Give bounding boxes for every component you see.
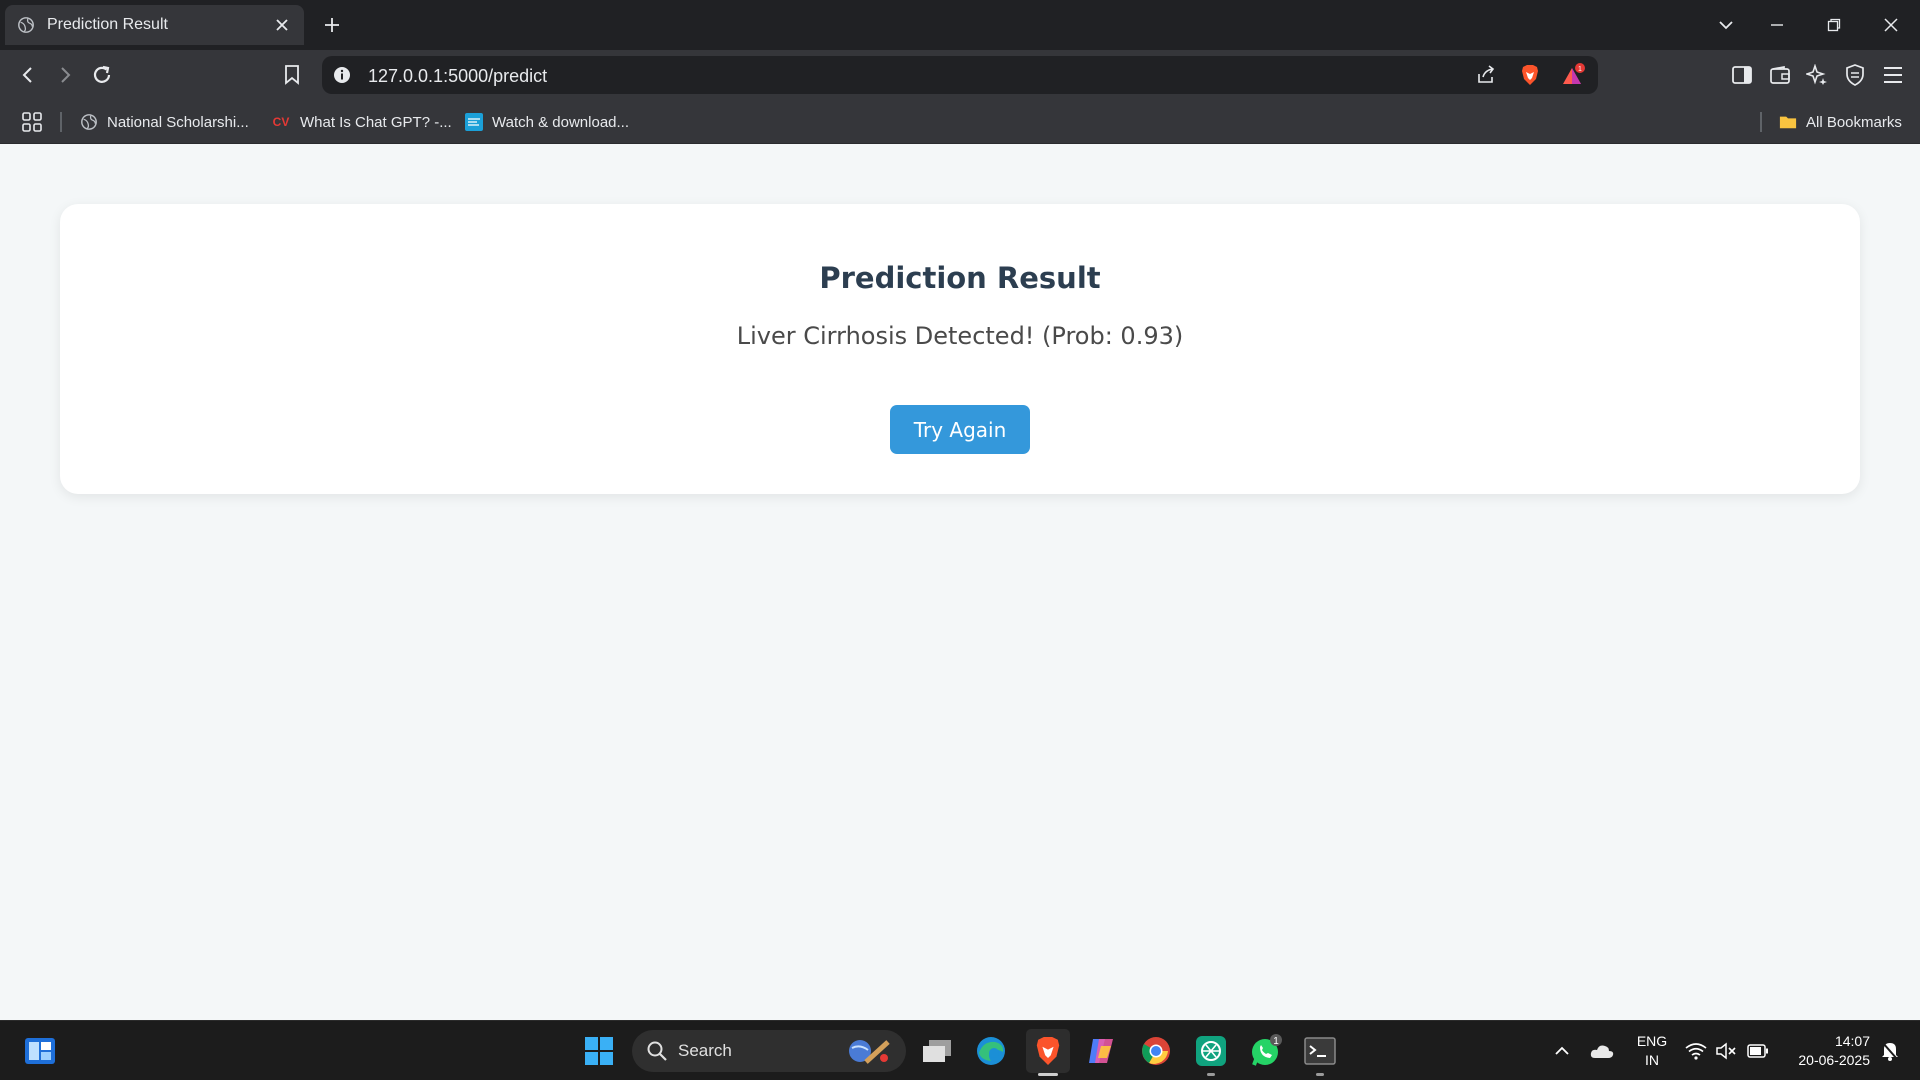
active-app-indicator	[1038, 1073, 1058, 1076]
site-info-icon[interactable]	[332, 65, 352, 85]
bookmark-watch-and-download[interactable]: Watch & download...	[465, 110, 629, 134]
show-hidden-icons-chevron-icon[interactable]	[1545, 1032, 1579, 1070]
minimize-icon[interactable]	[1765, 13, 1789, 37]
brave-browser-taskbar-icon[interactable]	[1026, 1029, 1070, 1073]
tab-title: Prediction Result	[47, 16, 168, 33]
back-icon[interactable]	[15, 62, 41, 88]
onedrive-cloud-icon[interactable]	[1584, 1032, 1620, 1070]
all-bookmarks-folder[interactable]: All Bookmarks	[1779, 110, 1902, 134]
wifi-icon[interactable]	[1682, 1032, 1710, 1070]
menu-icon[interactable]	[1880, 62, 1906, 88]
result-card: Prediction Result Liver Cirrhosis Detect…	[60, 204, 1860, 494]
brave-shields-icon[interactable]	[1518, 63, 1542, 87]
windows-start-icon[interactable]	[580, 1032, 618, 1070]
whatsapp-icon[interactable]: 1	[1247, 1032, 1285, 1070]
windows-taskbar: Search 1 ENG IN 14:07 20-06-2025	[0, 1020, 1920, 1080]
close-tab-icon[interactable]	[272, 15, 292, 35]
bookmark-label: What Is Chat GPT? -...	[300, 113, 452, 131]
reload-icon[interactable]	[89, 62, 115, 88]
battery-icon[interactable]	[1744, 1032, 1772, 1070]
all-bookmarks-label: All Bookmarks	[1806, 113, 1902, 131]
globe-icon	[80, 113, 98, 131]
folder-icon	[1779, 113, 1797, 131]
close-window-icon[interactable]	[1879, 13, 1903, 37]
bookmark-page-icon[interactable]	[279, 62, 305, 88]
leo-ai-icon[interactable]	[1804, 62, 1830, 88]
task-view-icon[interactable]	[918, 1032, 956, 1070]
clock-time: 14:07	[1834, 1033, 1870, 1049]
bookmark-national-scholarship[interactable]: National Scholarshi...	[80, 110, 249, 134]
bookmarks-bar: National Scholarshi... CV What Is Chat G…	[0, 100, 1920, 144]
region-code: IN	[1645, 1052, 1659, 1068]
prediction-result-text: Liver Cirrhosis Detected! (Prob: 0.93)	[736, 322, 1184, 350]
rewards-badge: 1	[1578, 66, 1582, 73]
language-code: ENG	[1636, 1033, 1668, 1049]
bookmark-what-is-chat-gpt[interactable]: CV What Is Chat GPT? -...	[271, 110, 452, 134]
bookmarks-divider	[60, 112, 62, 132]
share-icon[interactable]	[1474, 63, 1498, 87]
page-title: Prediction Result	[819, 261, 1101, 295]
whatsapp-badge: 1	[1273, 1036, 1279, 1047]
clock-date: 20-06-2025	[1798, 1052, 1870, 1068]
brave-rewards-icon[interactable]: 1	[1562, 63, 1586, 87]
vpn-shield-icon[interactable]	[1842, 62, 1868, 88]
page-viewport: Prediction Result Liver Cirrhosis Detect…	[0, 145, 1920, 1020]
restore-icon[interactable]	[1822, 13, 1846, 37]
edge-browser-icon[interactable]	[972, 1032, 1010, 1070]
search-highlight-cricket-icon	[849, 1040, 890, 1064]
copilot-icon[interactable]	[1082, 1032, 1120, 1070]
try-again-button[interactable]: Try Again	[890, 405, 1030, 454]
chatgpt-icon[interactable]	[1192, 1032, 1230, 1070]
widgets-icon[interactable]	[21, 1032, 59, 1070]
eros-now-icon	[465, 113, 483, 131]
apps-icon[interactable]	[21, 110, 43, 134]
input-language-indicator[interactable]: ENG IN	[1632, 1032, 1672, 1070]
address-bar[interactable]: 127.0.0.1:5000/predict 1	[322, 56, 1598, 94]
globe-icon	[18, 17, 34, 33]
clock[interactable]: 14:07 20-06-2025	[1780, 1032, 1870, 1070]
tab-search-chevron-icon[interactable]	[1714, 13, 1738, 37]
taskbar-search-box[interactable]: Search	[632, 1030, 906, 1072]
tab-prediction-result[interactable]: Prediction Result	[5, 5, 304, 45]
bookmarks-divider	[1760, 112, 1762, 132]
terminal-icon[interactable]	[1301, 1032, 1339, 1070]
chrome-icon[interactable]	[1137, 1032, 1175, 1070]
search-label: Search	[678, 1041, 732, 1060]
cv-logo-icon: CV	[272, 115, 290, 129]
new-tab-icon[interactable]	[320, 13, 344, 37]
forward-icon[interactable]	[52, 62, 78, 88]
wallet-icon[interactable]	[1767, 62, 1793, 88]
bookmark-label: National Scholarshi...	[107, 113, 249, 131]
volume-muted-icon[interactable]	[1713, 1032, 1741, 1070]
url-text: 127.0.0.1:5000/predict	[368, 66, 548, 86]
browser-tab-strip: Prediction Result	[0, 0, 1920, 50]
sidebar-toggle-icon[interactable]	[1729, 62, 1755, 88]
running-app-indicator	[1207, 1073, 1215, 1076]
notifications-bell-icon[interactable]	[1875, 1032, 1905, 1070]
bookmark-label: Watch & download...	[492, 113, 630, 131]
search-icon	[647, 1041, 667, 1061]
running-app-indicator	[1316, 1073, 1324, 1076]
